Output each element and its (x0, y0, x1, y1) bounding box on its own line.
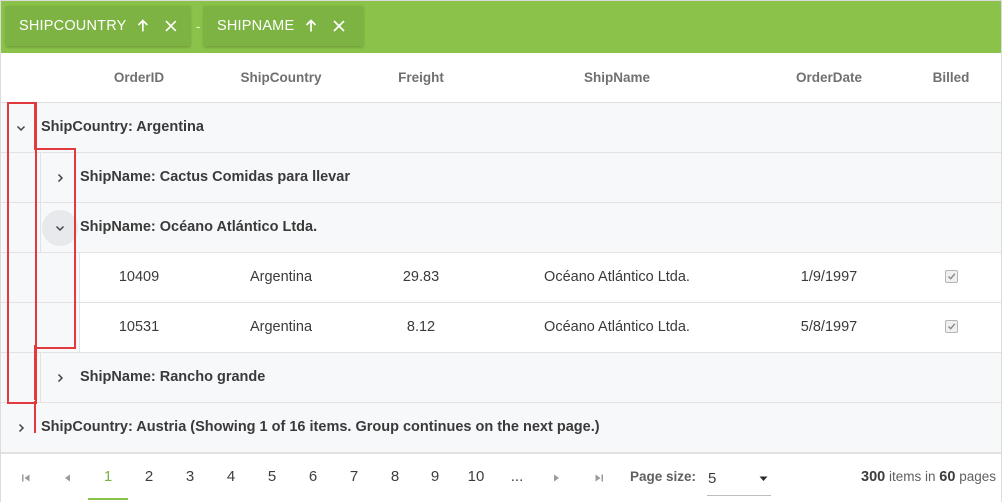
group-chip-shipname[interactable]: SHIPNAME (204, 6, 363, 46)
page-number[interactable]: 8 (375, 454, 415, 500)
cell-orderdate: 5/8/1997 (800, 319, 858, 335)
items-in-text: items in (889, 469, 936, 484)
next-page-icon[interactable] (549, 470, 565, 486)
column-header-billed[interactable]: Billed (901, 53, 1001, 102)
page-number-current[interactable]: 1 (88, 454, 128, 500)
column-header-shipname[interactable]: ShipName (497, 53, 737, 102)
expand-toggle[interactable] (42, 360, 78, 396)
group-label: ShipName: Rancho grande (80, 369, 266, 385)
page-ellipsis[interactable]: ... (497, 454, 537, 500)
page-size-label: Page size: (630, 469, 697, 484)
checkbox-checked-icon (945, 270, 958, 283)
group-row-shipcountry: ShipCountry: Austria (Showing 1 of 16 it… (1, 403, 1001, 453)
data-grid: SHIPCOUNTRY - SHIPNAME OrderID ShipCount… (0, 0, 1002, 502)
page-number[interactable]: 2 (129, 454, 169, 500)
chevron-right-icon (57, 373, 64, 383)
cell-orderid: 10531 (118, 319, 160, 335)
column-header-row: OrderID ShipCountry Freight ShipName Ord… (1, 53, 1001, 103)
group-row-shipname: ShipName: Océano Atlántico Ltda. (1, 203, 1001, 253)
column-header-orderdate[interactable]: OrderDate (769, 53, 889, 102)
last-page-icon[interactable] (591, 470, 607, 486)
prev-page-icon[interactable] (59, 470, 75, 486)
group-chip-label: SHIPCOUNTRY (19, 18, 127, 34)
table-row[interactable]: 10409 Argentina 29.83 Océano Atlántico L… (1, 253, 1001, 303)
group-chip-label: SHIPNAME (217, 18, 295, 34)
column-header-shipcountry[interactable]: ShipCountry (221, 53, 341, 102)
cell-shipname: Océano Atlántico Ltda. (544, 269, 690, 285)
pages-text: pages (959, 469, 996, 484)
close-icon[interactable] (164, 19, 178, 33)
group-row-shipname: ShipName: Rancho grande (1, 353, 1001, 403)
chevron-right-icon (18, 423, 25, 433)
highlight-connector (34, 401, 36, 433)
cell-orderid: 10409 (118, 269, 160, 285)
group-row-shipname: ShipName: Cactus Comidas para llevar (1, 153, 1001, 203)
group-label: ShipCountry: Argentina (41, 119, 204, 135)
page-number[interactable]: 10 (456, 454, 496, 500)
cell-orderdate: 1/9/1997 (800, 269, 858, 285)
cell-freight: 8.12 (406, 319, 436, 335)
table-row[interactable]: 10531 Argentina 8.12 Océano Atlántico Lt… (1, 303, 1001, 353)
group-label: ShipCountry: Austria (Showing 1 of 16 it… (41, 419, 600, 435)
group-label: ShipName: Océano Atlántico Ltda. (80, 219, 318, 235)
total-pages: 60 (939, 469, 956, 485)
page-number[interactable]: 7 (334, 454, 374, 500)
highlight-connector (34, 102, 36, 149)
highlight-outer-indent (7, 102, 37, 404)
group-panel: SHIPCOUNTRY - SHIPNAME (1, 1, 1001, 53)
highlight-inner-indent (34, 148, 76, 349)
group-chip-shipcountry[interactable]: SHIPCOUNTRY (6, 6, 190, 46)
group-row-shipcountry: ShipCountry: Argentina (1, 103, 1001, 153)
pager-info: 300 items in 60 pages (861, 454, 996, 500)
page-size-dropdown[interactable]: 5 (707, 462, 771, 496)
cell-freight: 29.83 (402, 269, 440, 285)
close-icon[interactable] (332, 19, 346, 33)
cell-shipcountry: Argentina (249, 319, 313, 335)
total-items: 300 (861, 469, 886, 485)
checkbox-checked-icon (945, 320, 958, 333)
page-size-value: 5 (708, 470, 717, 487)
caret-down-icon (759, 476, 768, 481)
column-header-freight[interactable]: Freight (361, 53, 481, 102)
arrow-up-icon[interactable] (135, 18, 151, 34)
page-number[interactable]: 4 (211, 454, 251, 500)
cell-shipname: Océano Atlántico Ltda. (544, 319, 690, 335)
group-label: ShipName: Cactus Comidas para llevar (80, 169, 350, 185)
column-header-orderid[interactable]: OrderID (79, 53, 199, 102)
pager: 1 2 3 4 5 6 7 8 9 10 ... Page size: 5 30… (1, 453, 1001, 502)
highlight-connector (34, 345, 36, 400)
page-number[interactable]: 6 (293, 454, 333, 500)
page-number[interactable]: 9 (415, 454, 455, 500)
arrow-up-icon[interactable] (303, 18, 319, 34)
first-page-icon[interactable] (18, 470, 34, 486)
page-number[interactable]: 5 (252, 454, 292, 500)
cell-shipcountry: Argentina (249, 269, 313, 285)
page-number[interactable]: 3 (170, 454, 210, 500)
group-separator: - (196, 19, 201, 34)
